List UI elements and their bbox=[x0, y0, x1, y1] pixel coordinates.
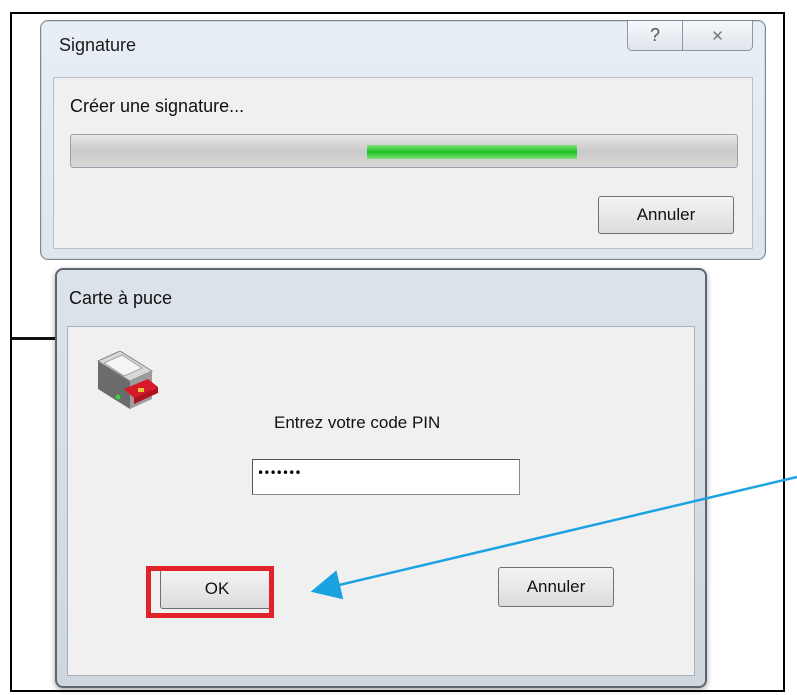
signature-status-text: Créer une signature... bbox=[70, 96, 245, 116]
signature-cancel-button[interactable]: Annuler bbox=[598, 196, 734, 234]
signature-dialog-body: Créer une signature... Annuler bbox=[53, 77, 753, 249]
smart-card-reader-icon bbox=[96, 351, 158, 409]
ok-highlight-box bbox=[146, 566, 274, 618]
smartcard-dialog: Carte à puce Entrez votre code PIN •••••… bbox=[55, 268, 707, 688]
smartcard-dialog-title: Carte à puce bbox=[69, 288, 173, 308]
close-icon: ✕ bbox=[711, 27, 724, 45]
pin-input[interactable]: ••••••• bbox=[252, 459, 520, 495]
close-button[interactable]: ✕ bbox=[683, 21, 753, 51]
smartcard-cancel-label: Annuler bbox=[526, 577, 586, 596]
signature-dialog: Signature ? ✕ Créer une signature... Ann… bbox=[40, 20, 766, 260]
decorative-line bbox=[12, 337, 57, 340]
pin-prompt-label: Entrez votre code PIN bbox=[274, 413, 441, 432]
smartcard-dialog-body: Entrez votre code PIN ••••••• OK Annuler bbox=[67, 326, 695, 676]
progress-marquee bbox=[367, 145, 577, 159]
signature-progress-bar bbox=[70, 134, 738, 168]
help-button[interactable]: ? bbox=[627, 21, 683, 51]
signature-dialog-title: Signature bbox=[59, 35, 137, 55]
caption-buttons: ? ✕ bbox=[627, 21, 753, 53]
help-icon: ? bbox=[649, 25, 660, 45]
signature-cancel-label: Annuler bbox=[636, 205, 696, 224]
smartcard-cancel-button[interactable]: Annuler bbox=[498, 567, 614, 607]
